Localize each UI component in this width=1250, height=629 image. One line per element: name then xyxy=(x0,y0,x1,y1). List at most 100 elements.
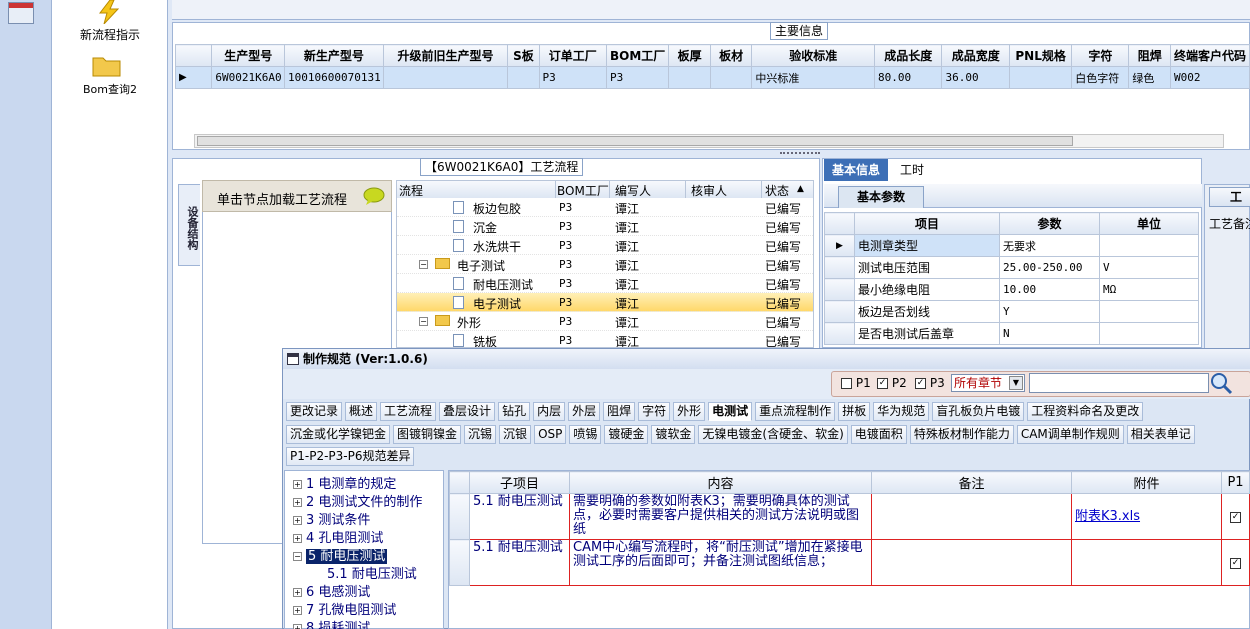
column-header[interactable]: 单位 xyxy=(1099,212,1199,235)
column-header[interactable]: PNL规格 xyxy=(1008,44,1073,67)
column-header[interactable]: 成品长度 xyxy=(873,44,943,67)
chapter-tree-item[interactable]: 5.1 耐电压测试 xyxy=(327,563,417,582)
chapter-tab[interactable]: 钻孔 xyxy=(498,402,531,421)
chapter-tab[interactable]: 工程资料命名及更改 xyxy=(1027,402,1144,421)
tab-basic-info[interactable]: 基本信息 xyxy=(824,159,888,181)
column-header[interactable]: 阻焊 xyxy=(1128,44,1171,67)
column-header[interactable]: 生产型号 xyxy=(211,44,286,67)
folder-icon[interactable] xyxy=(92,53,122,77)
p1-row-checkbox[interactable]: ✓ xyxy=(1230,511,1241,523)
param-value[interactable]: 10.00 xyxy=(999,278,1100,301)
process-row[interactable]: 铣板 P3 谭江 已编写 xyxy=(397,331,813,347)
nav-item-new-process[interactable]: 新流程指示 xyxy=(52,26,168,43)
p1-cell[interactable]: ✓ xyxy=(1221,539,1250,586)
search-input[interactable] xyxy=(1029,373,1209,393)
tab-work-hours[interactable]: 工时 xyxy=(892,159,932,181)
detail-attachment-text[interactable]: 附表K3.xls xyxy=(1075,509,1140,524)
chapter-tree-item[interactable]: +1 电测章的规定 xyxy=(293,473,396,492)
param-row[interactable]: 是否电测试后盖章 N xyxy=(824,322,1199,345)
column-header[interactable]: BOM工厂 xyxy=(606,44,670,67)
chapter-tree-item[interactable]: −5 耐电压测试 xyxy=(293,545,388,564)
p1-cell[interactable]: ✓ xyxy=(1221,493,1250,540)
expand-toggle[interactable]: − xyxy=(293,552,302,561)
chapter-tab[interactable]: 内层 xyxy=(533,402,566,421)
table-cell[interactable]: 36.00 xyxy=(941,66,1010,89)
chapter-tab[interactable]: 阻焊 xyxy=(603,402,636,421)
lightning-icon[interactable] xyxy=(96,0,122,25)
param-row[interactable]: 板边是否划线 Y xyxy=(824,300,1199,323)
column-header[interactable]: 流程 xyxy=(399,182,423,199)
chapter-tab[interactable]: 沉锡 xyxy=(464,425,497,444)
p1-row-checkbox[interactable]: ✓ xyxy=(1230,557,1241,569)
horizontal-scrollbar[interactable] xyxy=(194,134,1224,148)
chapter-tree-item[interactable]: +8 损耗测试 xyxy=(293,617,370,629)
detail-attachment[interactable]: 附表K3.xls xyxy=(1071,493,1222,540)
table-cell[interactable] xyxy=(709,66,753,89)
expand-toggle[interactable]: + xyxy=(293,624,302,629)
column-header[interactable]: 板厚 xyxy=(668,44,711,67)
chapter-tab[interactable]: 沉金或化学镍钯金 xyxy=(286,425,391,444)
chapter-tab[interactable]: 更改记录 xyxy=(286,402,343,421)
column-header[interactable]: BOM工厂 xyxy=(557,182,609,199)
detail-row[interactable]: 5.1 耐电压测试 CAM中心编写流程时，将“耐压测试”增加在紧接电测试工序的后面… xyxy=(449,539,1250,586)
table-cell[interactable]: W002 xyxy=(1169,66,1250,89)
expand-toggle[interactable]: + xyxy=(293,588,302,597)
calendar-icon[interactable] xyxy=(8,2,34,24)
detail-attachment[interactable] xyxy=(1071,539,1222,586)
chapter-tab[interactable]: 图镀铜镍金 xyxy=(393,425,462,444)
filter-p3[interactable]: ✓ P3 xyxy=(915,376,945,390)
table-cell[interactable] xyxy=(507,66,540,89)
column-header[interactable]: 新生产型号 xyxy=(284,44,384,67)
chapter-tab[interactable]: 无镍电镀金(含硬金、软金) xyxy=(698,425,848,444)
param-value[interactable]: Y xyxy=(999,300,1100,323)
chapter-tab[interactable]: 拼板 xyxy=(838,402,871,421)
column-header[interactable]: 订单工厂 xyxy=(538,44,608,67)
chapter-tree-item[interactable]: +4 孔电阻测试 xyxy=(293,527,383,546)
chapter-tree-item[interactable]: +2 电测试文件的制作 xyxy=(293,491,422,510)
collapse-toggle[interactable]: − xyxy=(419,260,428,269)
chapter-tree-item[interactable]: +6 电感测试 xyxy=(293,581,370,600)
column-header[interactable]: 成品宽度 xyxy=(941,44,1010,67)
table-cell[interactable]: 绿色 xyxy=(1128,66,1171,89)
param-value[interactable]: N xyxy=(999,322,1100,345)
filter-p1[interactable]: P1 xyxy=(841,376,871,390)
chapter-tab[interactable]: 盲孔板负片电镀 xyxy=(932,402,1025,421)
process-row[interactable]: 电子测试 P3 谭江 已编写 xyxy=(397,293,813,312)
column-header[interactable]: 子项目 xyxy=(469,471,570,494)
expand-toggle[interactable]: + xyxy=(293,480,302,489)
p3-checkbox[interactable]: ✓ xyxy=(915,378,926,389)
chapter-tab[interactable]: CAM调单制作规则 xyxy=(1016,425,1124,444)
splitter-handle[interactable] xyxy=(780,152,820,156)
p2-checkbox[interactable]: ✓ xyxy=(877,378,888,389)
chapter-tab[interactable]: 电镀面积 xyxy=(850,425,907,444)
tab-equipment-structure[interactable]: 设备结构 xyxy=(178,184,200,266)
chapter-tab[interactable]: 沉银 xyxy=(499,425,532,444)
expand-toggle[interactable]: + xyxy=(293,516,302,525)
chapter-tab[interactable]: 电测试 xyxy=(708,402,753,421)
column-header[interactable]: S板 xyxy=(507,44,540,67)
column-header[interactable]: P1 xyxy=(1221,471,1250,494)
chapter-tab[interactable]: 特殊板材制作能力 xyxy=(909,425,1014,444)
collapse-toggle[interactable]: − xyxy=(419,317,428,326)
param-value[interactable]: 无要求 xyxy=(999,234,1100,257)
chevron-down-icon[interactable]: ▼ xyxy=(1009,376,1023,390)
chapter-tab[interactable]: P1-P2-P3-P6规范差异 xyxy=(286,447,415,466)
chapter-tab[interactable]: 相关表单记 xyxy=(1126,425,1195,444)
column-header[interactable]: 编写人 xyxy=(615,182,651,199)
process-row[interactable]: 沉金 P3 谭江 已编写 xyxy=(397,217,813,236)
column-header[interactable]: 状态 xyxy=(765,182,789,199)
chapter-tab[interactable]: 外形 xyxy=(673,402,706,421)
chapter-select[interactable]: 所有章节 ▼ xyxy=(951,374,1025,392)
param-row[interactable]: ▶ 电测章类型 无要求 xyxy=(824,234,1199,257)
chapter-tab[interactable]: 外层 xyxy=(568,402,601,421)
chapter-tab[interactable]: 概述 xyxy=(345,402,378,421)
table-cell[interactable]: 白色字符 xyxy=(1071,66,1130,89)
chapter-tab[interactable]: 镀硬金 xyxy=(604,425,649,444)
column-header[interactable]: 附件 xyxy=(1071,471,1222,494)
search-icon[interactable] xyxy=(1209,371,1233,395)
detail-row[interactable]: 5.1 耐电压测试 需要明确的参数如附表K3；需要明确具体的测试点，必要时需要客户… xyxy=(449,493,1250,540)
table-cell[interactable] xyxy=(1008,66,1073,89)
column-header[interactable]: 参数 xyxy=(999,212,1100,235)
param-value[interactable]: 25.00-250.00 xyxy=(999,256,1100,279)
chapter-tab[interactable]: 喷锡 xyxy=(569,425,602,444)
